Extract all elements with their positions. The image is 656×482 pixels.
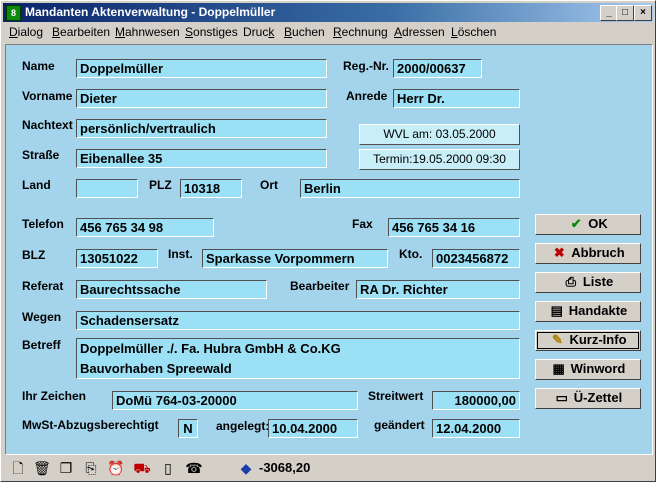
- close-button[interactable]: ×: [634, 5, 652, 21]
- document-icon: ▦: [552, 361, 565, 376]
- paste-icon[interactable]: ⎘: [82, 459, 100, 477]
- bearbeiter-field[interactable]: RA Dr. Richter: [356, 280, 520, 299]
- copy-icon[interactable]: ❐: [57, 459, 75, 477]
- label-ihr-zeichen: Ihr Zeichen: [22, 389, 87, 403]
- abbruch-button[interactable]: ✖ Abbruch: [535, 243, 641, 264]
- wegen-field[interactable]: Schadensersatz: [76, 311, 520, 330]
- name-field[interactable]: Doppelmüller: [76, 59, 327, 78]
- ok-button[interactable]: ✔ OK: [535, 214, 641, 235]
- label-anrede: Anrede: [346, 89, 388, 103]
- regnr-field[interactable]: 2000/00637: [393, 59, 482, 78]
- label-blz: BLZ: [22, 248, 46, 262]
- fax-field[interactable]: 456 765 34 16: [388, 218, 520, 237]
- mwst-field[interactable]: N: [178, 419, 198, 438]
- menu-mahnwesen[interactable]: Mahnwesen: [115, 25, 180, 39]
- trash-icon[interactable]: 🗑: [33, 459, 51, 477]
- telephone-icon[interactable]: ☎: [185, 459, 203, 477]
- cross-icon: ✖: [553, 245, 565, 260]
- kurzinfo-button[interactable]: ✎ Kurz-Info: [535, 330, 641, 351]
- label-vorname: Vorname: [22, 89, 73, 103]
- menu-bar: Dialog Bearbeiten Mahnwesen Sonstiges Dr…: [3, 23, 653, 42]
- label-angelegt: angelegt:: [216, 419, 270, 433]
- ihr-zeichen-field[interactable]: DoMü 764-03-20000: [112, 391, 358, 410]
- label-telefon: Telefon: [22, 217, 64, 231]
- label-strasse: Straße: [22, 148, 60, 162]
- slip-icon: ▭: [555, 390, 568, 405]
- land-field[interactable]: [76, 179, 138, 198]
- handakte-button[interactable]: ▤ Handakte: [535, 301, 641, 322]
- streitwert-field[interactable]: 180000,00: [432, 391, 520, 410]
- nachtext-field[interactable]: persönlich/vertraulich: [76, 119, 327, 138]
- title-bar[interactable]: 8 Mandanten Aktenverwaltung - Doppelmüll…: [3, 3, 653, 22]
- telefon-field[interactable]: 456 765 34 98: [76, 218, 214, 237]
- liste-button[interactable]: ⎙ Liste: [535, 272, 641, 293]
- label-wegen: Wegen: [22, 310, 62, 324]
- label-ort: Ort: [260, 178, 278, 192]
- label-inst: Inst.: [168, 247, 193, 261]
- betreff-line-2: Bauvorhaben Spreewald: [80, 361, 232, 376]
- menu-bearbeiten[interactable]: Bearbeiten: [52, 25, 110, 39]
- wvl-info[interactable]: WVL am: 03.05.2000: [359, 124, 520, 145]
- checkmark-icon: ✔: [570, 216, 582, 231]
- new-file-icon[interactable]: 🗋: [9, 459, 27, 477]
- label-nachtext: Nachtext: [22, 118, 73, 132]
- kto-field[interactable]: 0023456872: [432, 249, 520, 268]
- label-regnr: Reg.-Nr.: [343, 59, 390, 73]
- angelegt-field[interactable]: 10.04.2000: [268, 419, 358, 438]
- label-land: Land: [22, 178, 51, 192]
- label-geaendert: geändert: [374, 418, 425, 432]
- referat-field[interactable]: Baurechtssache: [76, 280, 267, 299]
- page-icon[interactable]: ▯: [159, 459, 177, 477]
- betreff-line-1: Doppelmüller ./. Fa. Hubra GmbH & Co.KG: [80, 341, 341, 356]
- main-window: 8 Mandanten Aktenverwaltung - Doppelmüll…: [0, 0, 656, 482]
- anrede-field[interactable]: Herr Dr.: [393, 89, 520, 108]
- window-title: Mandanten Aktenverwaltung - Doppelmüller: [25, 5, 276, 19]
- label-fax: Fax: [352, 217, 373, 231]
- ort-field[interactable]: Berlin: [300, 179, 520, 198]
- account-balance: -3068,20: [259, 460, 311, 475]
- blz-field[interactable]: 13051022: [76, 249, 158, 268]
- menu-dialog[interactable]: Dialog: [9, 25, 43, 39]
- label-plz: PLZ: [149, 178, 172, 192]
- plz-field[interactable]: 10318: [180, 179, 242, 198]
- label-kto: Kto.: [399, 247, 423, 261]
- alarm-clock-icon[interactable]: ⏰: [107, 459, 125, 477]
- menu-druck[interactable]: Druck: [243, 25, 274, 39]
- car-icon[interactable]: ⛟: [133, 459, 151, 477]
- label-betreff: Betreff: [22, 338, 61, 352]
- label-name: Name: [22, 59, 55, 73]
- label-referat: Referat: [22, 279, 64, 293]
- strasse-field[interactable]: Eibenallee 35: [76, 149, 327, 168]
- vorname-field[interactable]: Dieter: [76, 89, 327, 108]
- geaendert-field[interactable]: 12.04.2000: [432, 419, 520, 438]
- menu-loeschen[interactable]: Löschen: [451, 25, 496, 39]
- menu-rechnung[interactable]: Rechnung: [333, 25, 388, 39]
- maximize-button[interactable]: □: [616, 5, 634, 21]
- termin-info[interactable]: Termin:19.05.2000 09:30: [359, 149, 520, 170]
- app-icon[interactable]: 8: [6, 5, 21, 21]
- label-bearbeiter: Bearbeiter: [290, 279, 350, 293]
- wallet-icon: ◆: [240, 460, 252, 476]
- winword-button[interactable]: ▦ Winword: [535, 359, 641, 380]
- uezettel-button[interactable]: ▭ Ü-Zettel: [535, 388, 641, 409]
- form-area: Name Doppelmüller Reg.-Nr. 2000/00637 Vo…: [5, 44, 653, 455]
- folder-icon: ▤: [550, 303, 563, 318]
- inst-field[interactable]: Sparkasse Vorpommern: [202, 249, 388, 268]
- label-mwst: MwSt-Abzugsberechtigt: [22, 418, 159, 432]
- note-icon: ✎: [552, 332, 563, 347]
- betreff-field[interactable]: Doppelmüller ./. Fa. Hubra GmbH & Co.KG …: [76, 338, 520, 379]
- menu-buchen[interactable]: Buchen: [284, 25, 325, 39]
- printer-icon: ⎙: [565, 274, 577, 289]
- menu-adressen[interactable]: Adressen: [394, 25, 445, 39]
- menu-sonstiges[interactable]: Sonstiges: [185, 25, 238, 39]
- status-bar: 🗋 🗑 ❐ ⎘ ⏰ ⛟ ▯ ☎ ◆ -3068,20: [3, 456, 653, 480]
- label-streitwert: Streitwert: [368, 389, 424, 403]
